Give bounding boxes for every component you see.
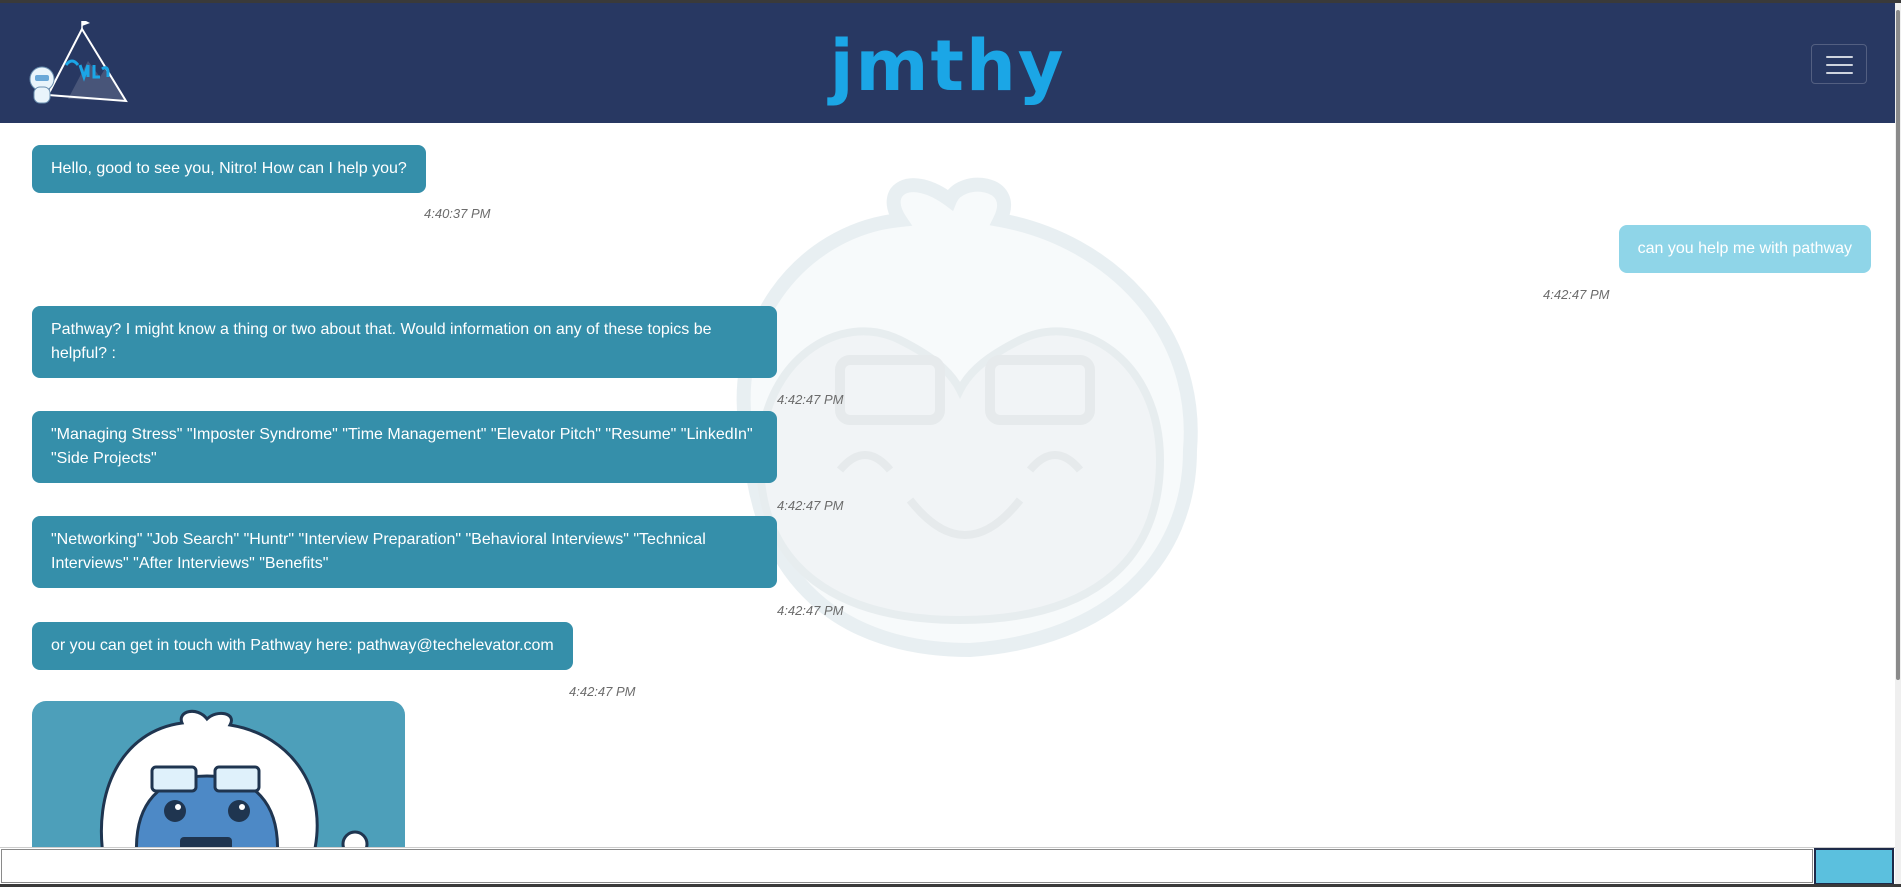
bot-message: or you can get in touch with Pathway her…	[32, 622, 573, 670]
yeti-mascot-icon	[99, 709, 369, 847]
hamburger-menu-icon	[1826, 64, 1853, 66]
user-message: can you help me with pathway	[1618, 225, 1871, 273]
message-timestamp: 4:42:47 PM	[1543, 287, 1610, 302]
message-input-bar	[0, 847, 1895, 885]
mascot-image-message	[32, 701, 405, 847]
menu-toggle-button[interactable]	[1811, 44, 1867, 84]
scrollbar-thumb[interactable]	[1896, 10, 1900, 680]
message-timestamp: 4:42:47 PM	[569, 684, 636, 699]
message-timestamp: 4:42:47 PM	[777, 498, 844, 513]
hamburger-menu-icon	[1826, 72, 1853, 74]
message-timestamp: 4:42:47 PM	[777, 603, 844, 618]
navbar: jmthy	[0, 3, 1895, 123]
message-timestamp: 4:42:47 PM	[777, 392, 844, 407]
brand-title: jmthy	[829, 25, 1066, 107]
bot-message: Pathway? I might know a thing or two abo…	[32, 306, 777, 378]
message-input[interactable]	[1, 849, 1813, 883]
bot-message: Hello, good to see you, Nitro! How can I…	[32, 145, 426, 193]
chat-window[interactable]: Hello, good to see you, Nitro! How can I…	[0, 123, 1895, 847]
bot-message: "Networking" "Job Search" "Huntr" "Inter…	[32, 516, 777, 588]
bot-message: "Managing Stress" "Imposter Syndrome" "T…	[32, 411, 777, 483]
send-button[interactable]	[1814, 848, 1894, 885]
message-timestamp: 4:40:37 PM	[424, 206, 491, 221]
hamburger-menu-icon	[1826, 56, 1853, 58]
